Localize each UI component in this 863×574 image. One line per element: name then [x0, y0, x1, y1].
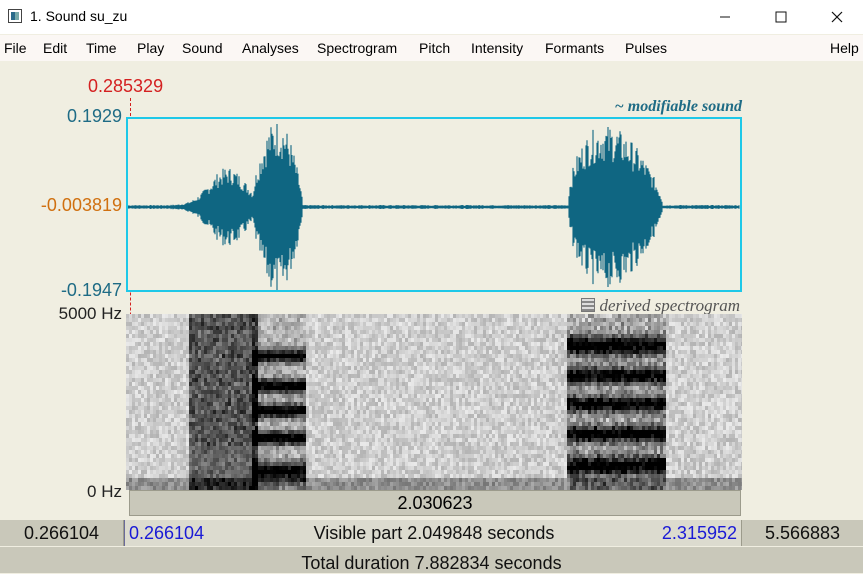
spectrogram-fmin-label: 0 Hz [22, 482, 122, 502]
title-bar: 1. Sound su_zu [0, 0, 863, 34]
menu-edit[interactable]: Edit [43, 40, 67, 56]
waveform-ymid-label: -0.003819 [2, 195, 122, 216]
waveform-plot [128, 119, 740, 290]
menu-sound[interactable]: Sound [182, 40, 222, 56]
waveform-trace [128, 124, 739, 290]
left-hidden-duration: 0.266104 [24, 523, 99, 544]
menu-bar: File Edit Time Play Sound Analyses Spect… [0, 35, 863, 61]
spectrogram-cells [126, 314, 742, 490]
waveform-label: ~ modifiable sound [560, 98, 742, 116]
maximize-icon [775, 11, 787, 23]
menu-spectrogram[interactable]: Spectrogram [317, 40, 397, 56]
visible-end-time: 2.315952 [662, 523, 737, 544]
close-button[interactable] [814, 0, 860, 34]
visible-part-button[interactable]: 0.266104 Visible part 2.049848 seconds 2… [124, 520, 742, 546]
waveform-panel[interactable] [126, 117, 742, 292]
menu-pitch[interactable]: Pitch [419, 40, 450, 56]
menu-file[interactable]: File [4, 40, 27, 56]
menu-analyses[interactable]: Analyses [242, 40, 299, 56]
right-hidden-duration: 5.566883 [765, 523, 840, 544]
minimize-button[interactable] [702, 0, 748, 34]
waveform-ymin-label: -0.1947 [2, 280, 122, 301]
cursor-time-label: 0.285329 [88, 76, 163, 97]
spectrogram-label: derived spectrogram [548, 296, 740, 316]
total-duration: Total duration 7.882834 seconds [0, 553, 863, 574]
selection-duration-bar[interactable]: 2.030623 [129, 490, 741, 516]
close-icon [831, 11, 843, 23]
spectrogram-fmax-label: 5000 Hz [22, 304, 122, 324]
menu-time[interactable]: Time [86, 40, 117, 56]
menu-formants[interactable]: Formants [545, 40, 604, 56]
menu-pulses[interactable]: Pulses [625, 40, 667, 56]
spectrogram-label-text: derived spectrogram [599, 296, 740, 315]
spectrogram-plot [126, 314, 742, 490]
spectrogram-icon [581, 298, 595, 312]
waveform-ymax-label: 0.1929 [2, 106, 122, 127]
visible-part-duration: Visible part 2.049848 seconds [125, 523, 743, 544]
maximize-button[interactable] [758, 0, 804, 34]
time-navigation-row: 0.266104 0.266104 Visible part 2.049848 … [0, 520, 863, 546]
right-hidden-duration-button[interactable]: 5.566883 [742, 520, 863, 546]
left-hidden-duration-button[interactable]: 0.266104 [0, 520, 124, 546]
selection-duration: 2.030623 [397, 493, 472, 514]
menu-intensity[interactable]: Intensity [471, 40, 523, 56]
window-title: 1. Sound su_zu [30, 8, 127, 24]
praat-sound-icon [8, 9, 22, 23]
spectrogram-panel[interactable] [126, 314, 742, 490]
total-duration-bar[interactable]: Total duration 7.882834 seconds [0, 547, 863, 573]
menu-help[interactable]: Help [830, 40, 859, 56]
minimize-icon [719, 11, 731, 23]
menu-play[interactable]: Play [137, 40, 164, 56]
